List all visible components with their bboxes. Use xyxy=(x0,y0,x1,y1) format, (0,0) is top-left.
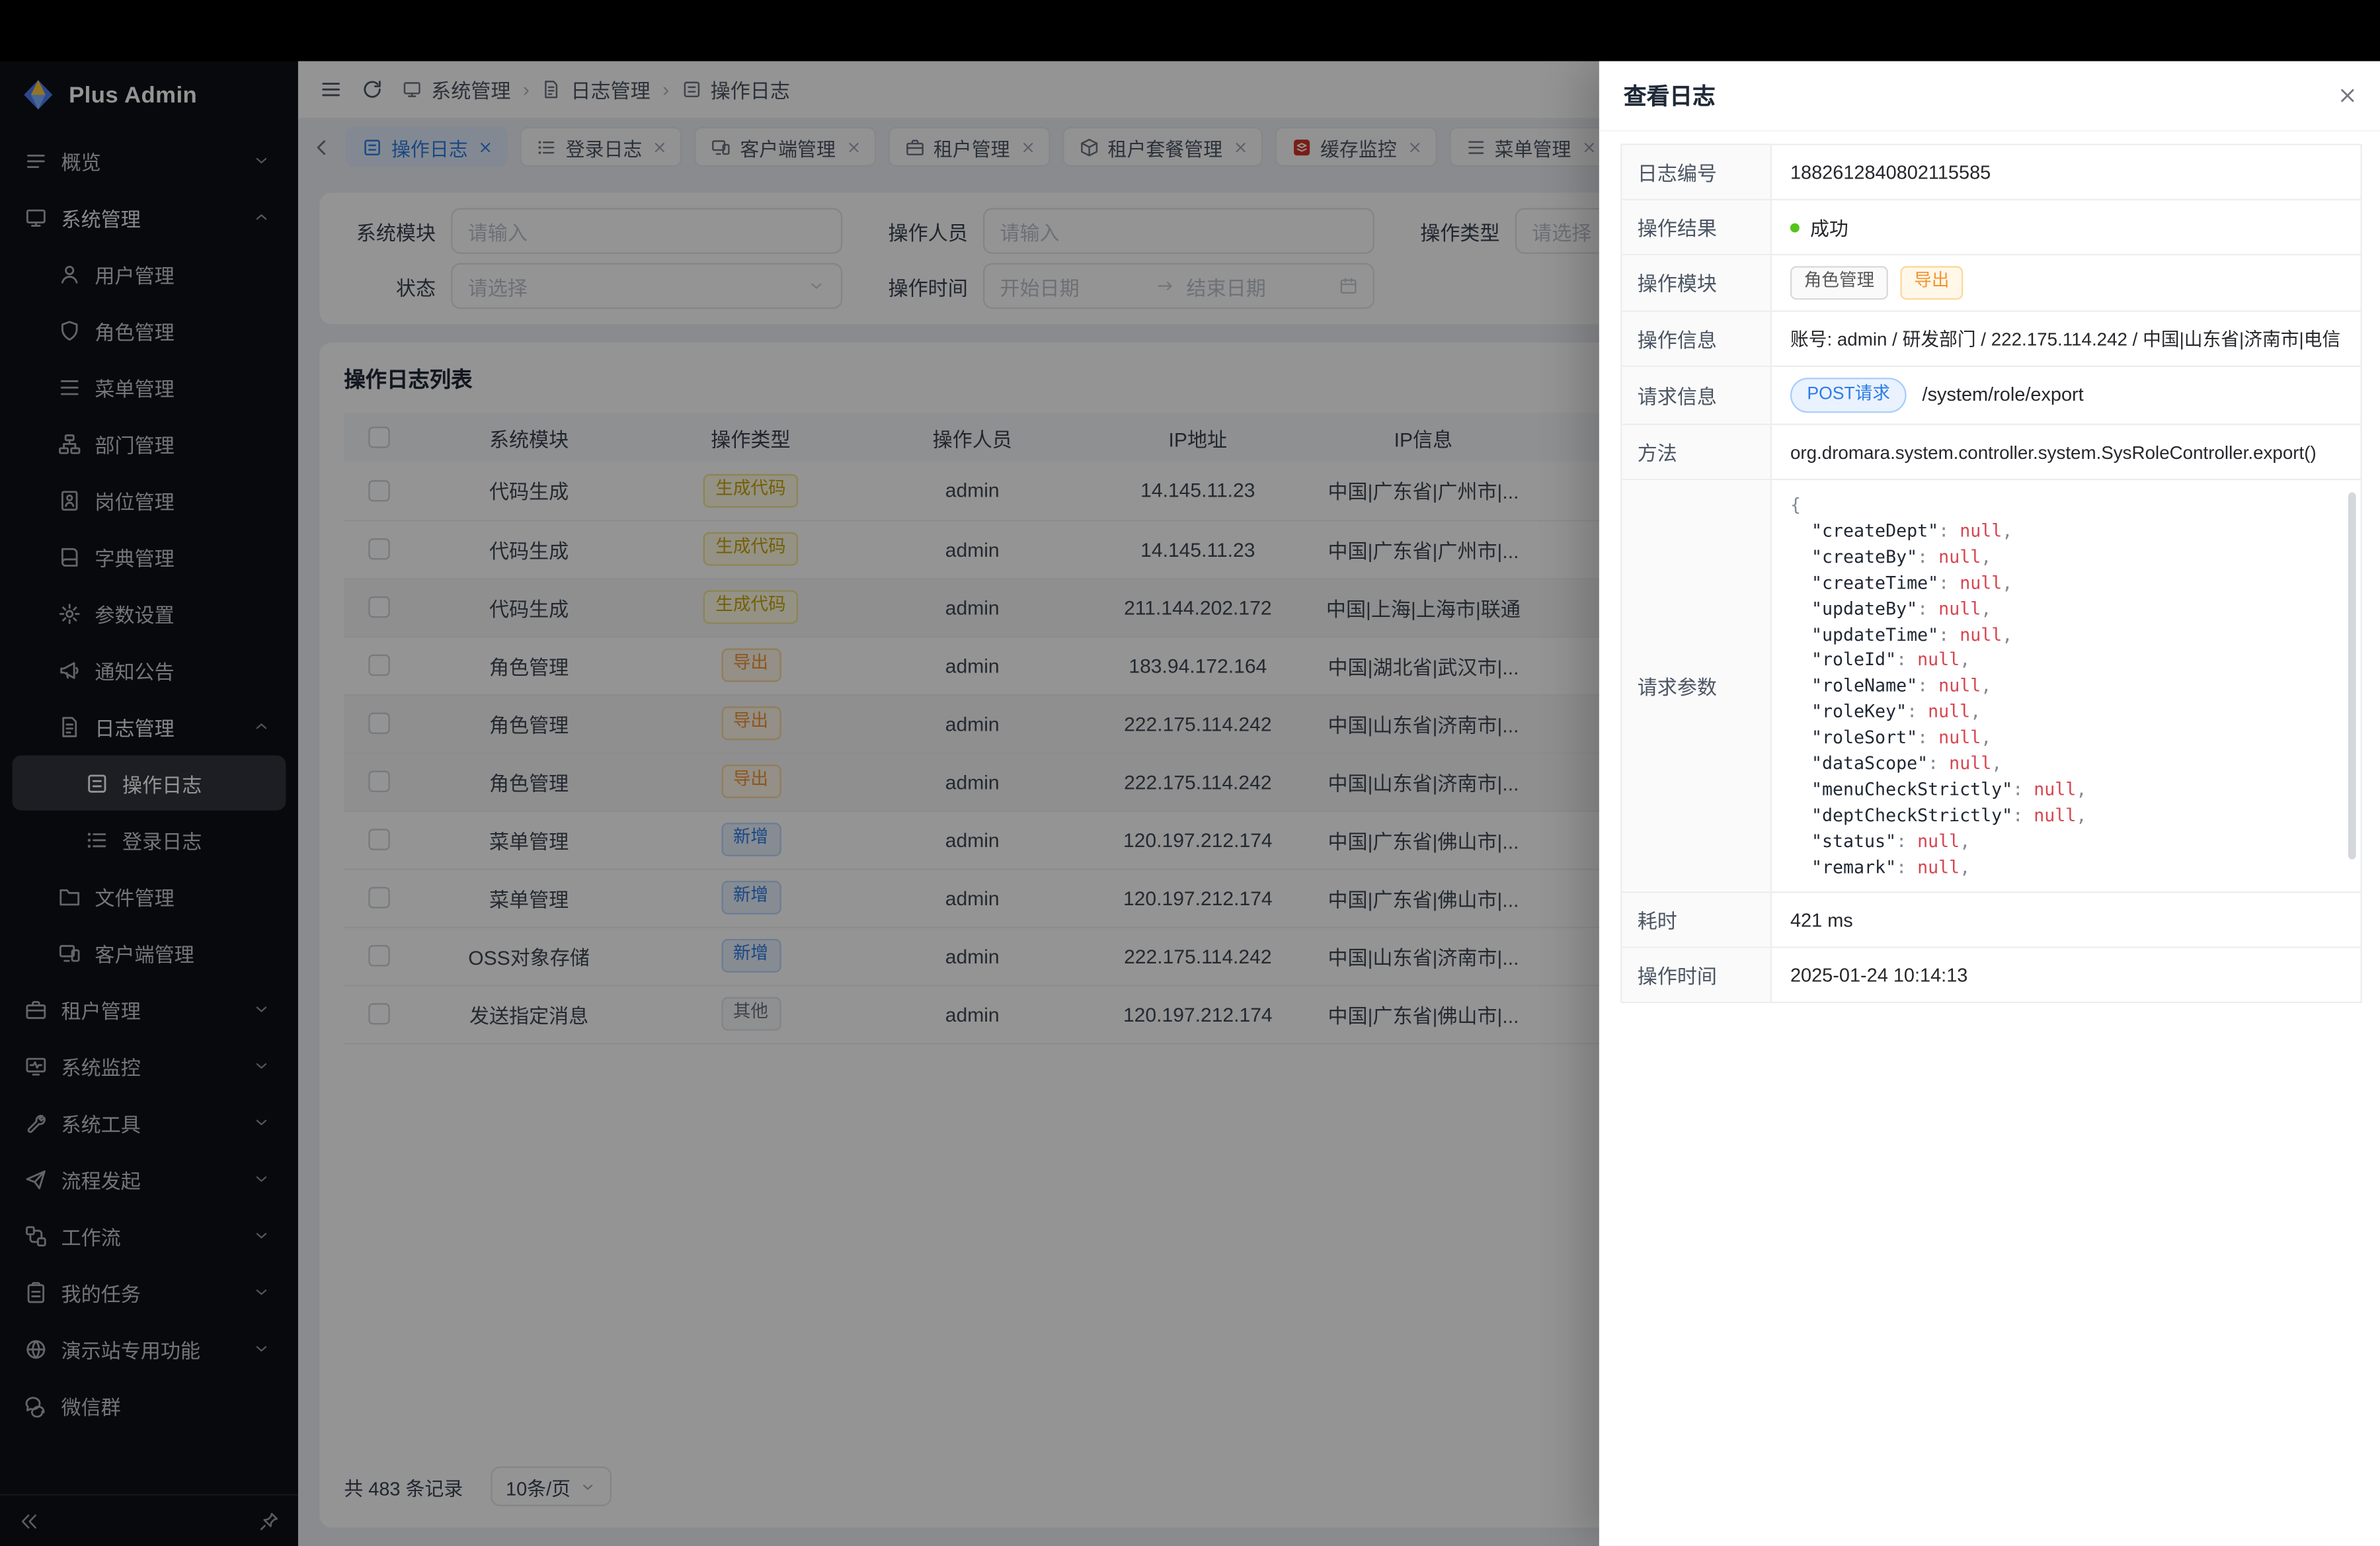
drawer-title: 查看日志 xyxy=(1624,79,1716,112)
close-icon[interactable] xyxy=(2336,84,2360,107)
detail-row-method: 方法org.dromara.system.controller.system.S… xyxy=(1622,425,2361,480)
request-path: /system/role/export xyxy=(1923,384,2084,405)
json-line: "roleKey": null, xyxy=(1790,699,2342,725)
detail-row-result: 操作结果 成功 xyxy=(1622,200,2361,255)
json-line: "roleSort": null, xyxy=(1790,725,2342,751)
json-line: "createTime": null, xyxy=(1790,570,2342,596)
json-line: "dataScope": null, xyxy=(1790,751,2342,777)
detail-row-duration: 耗时421 ms xyxy=(1622,893,2361,948)
log-detail-table: 日志编号1882612840802115585操作结果成功操作模块角色管理导出操… xyxy=(1620,143,2362,1003)
json-line: "menuCheckStrictly": null, xyxy=(1790,777,2342,803)
detail-value-duration: 421 ms xyxy=(1772,893,2360,947)
detail-value-log-id: 1882612840802115585 xyxy=(1772,145,2360,199)
screen: Plus Admin 概览系统管理用户管理角色管理菜单管理部门管理岗位管理字典管… xyxy=(0,0,2380,1546)
status-text: 成功 xyxy=(1810,212,1848,241)
detail-label: 耗时 xyxy=(1622,893,1772,947)
module-tag: 导出 xyxy=(1900,266,1963,299)
detail-row-request: 请求信息POST请求/system/role/export xyxy=(1622,366,2361,425)
detail-label: 方法 xyxy=(1622,425,1772,479)
json-line: { xyxy=(1790,493,2342,518)
detail-row-params: 请求参数{ "createDept": null, "createBy": nu… xyxy=(1622,480,2361,893)
json-line: "createDept": null, xyxy=(1790,518,2342,544)
detail-value-method: org.dromara.system.controller.system.Sys… xyxy=(1772,425,2360,479)
scrollbar-thumb[interactable] xyxy=(2348,493,2356,860)
json-line: "updateBy": null, xyxy=(1790,596,2342,622)
module-tag: 角色管理 xyxy=(1790,266,1888,299)
drawer-header: 查看日志 xyxy=(1599,61,2380,132)
detail-label: 请求信息 xyxy=(1622,366,1772,424)
json-line: "deptCheckStrictly": null, xyxy=(1790,803,2342,829)
json-line: "status": null, xyxy=(1790,829,2342,854)
json-line: "roleId": null, xyxy=(1790,647,2342,673)
json-line: "createBy": null, xyxy=(1790,544,2342,570)
detail-row-info: 操作信息账号: admin / 研发部门 / 222.175.114.242 /… xyxy=(1622,311,2361,366)
json-line: "remark": null, xyxy=(1790,854,2342,879)
detail-label: 操作结果 xyxy=(1622,200,1772,254)
detail-value-module: 角色管理导出 xyxy=(1772,255,2360,309)
detail-row-module: 操作模块角色管理导出 xyxy=(1622,255,2361,311)
detail-value-request: POST请求/system/role/export xyxy=(1772,366,2360,424)
viewport: Plus Admin 概览系统管理用户管理角色管理菜单管理部门管理岗位管理字典管… xyxy=(0,0,2380,1546)
detail-value-result: 成功 xyxy=(1772,200,2360,254)
json-line: "updateTime": null, xyxy=(1790,622,2342,647)
detail-value-params: { "createDept": null, "createBy": null, … xyxy=(1772,480,2360,891)
success-dot xyxy=(1790,222,1800,231)
detail-label: 请求参数 xyxy=(1622,480,1772,891)
detail-value-info: 账号: admin / 研发部门 / 222.175.114.242 / 中国|… xyxy=(1772,311,2360,365)
request-params-json[interactable]: { "createDept": null, "createBy": null, … xyxy=(1790,493,2342,879)
detail-label: 操作信息 xyxy=(1622,311,1772,365)
view-log-drawer: 查看日志 日志编号1882612840802115585操作结果 成功操作模块角色… xyxy=(1599,61,2380,1546)
detail-row-time: 操作时间2025-01-24 10:14:13 xyxy=(1622,948,2361,1002)
http-method-tag: POST请求 xyxy=(1790,377,1907,413)
detail-label: 操作模块 xyxy=(1622,255,1772,309)
detail-value-time: 2025-01-24 10:14:13 xyxy=(1772,948,2360,1002)
detail-label: 日志编号 xyxy=(1622,145,1772,199)
detail-row-log-id: 日志编号1882612840802115585 xyxy=(1622,145,2361,200)
json-line: "roleName": null, xyxy=(1790,673,2342,699)
detail-label: 操作时间 xyxy=(1622,948,1772,1002)
